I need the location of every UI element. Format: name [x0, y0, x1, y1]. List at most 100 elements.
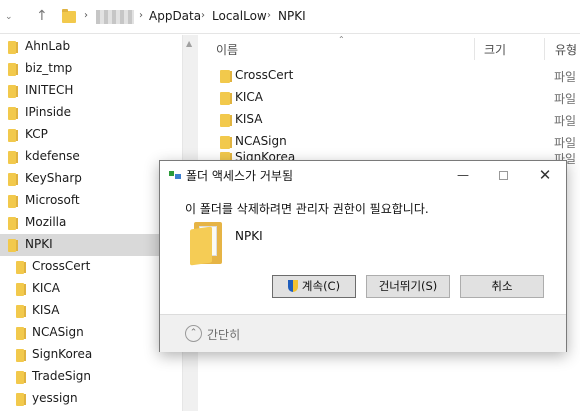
nav-item-kica[interactable]: KICA — [0, 278, 182, 300]
nav-item-kdefense[interactable]: kdefense — [0, 146, 182, 168]
nav-item-microsoft[interactable]: Microsoft — [0, 190, 182, 212]
column-header-type[interactable]: 유형 — [555, 41, 577, 58]
nav-item-ncasign[interactable]: NCASign — [0, 322, 182, 344]
nav-item-label: KICA — [32, 281, 60, 295]
nav-item-label: Mozilla — [25, 215, 67, 229]
column-divider[interactable] — [474, 38, 475, 60]
minimize-icon[interactable]: — — [448, 164, 478, 186]
file-move-icon — [169, 171, 181, 181]
folder-icon — [16, 371, 26, 384]
nav-item-npki[interactable]: NPKI — [0, 234, 182, 256]
uac-shield-icon — [287, 280, 298, 292]
continue-button[interactable]: 계속(C) — [272, 275, 356, 298]
folder-icon — [8, 85, 18, 98]
close-icon[interactable]: ✕ — [530, 164, 560, 186]
nav-item-label: CrossCert — [32, 259, 91, 273]
nav-item-kisa[interactable]: KISA — [0, 300, 182, 322]
breadcrumb-locallow[interactable]: LocalLow — [212, 9, 267, 23]
list-item[interactable]: KISA 파일 — [198, 109, 580, 131]
breadcrumb-separator-icon[interactable]: › — [267, 10, 271, 21]
breadcrumb-appdata[interactable]: AppData — [149, 9, 201, 23]
nav-item-label: SignKorea — [32, 347, 93, 361]
nav-item-label: NCASign — [32, 325, 84, 339]
folder-icon — [16, 327, 26, 340]
nav-item-yessign[interactable]: yessign — [0, 388, 182, 410]
recent-locations-icon[interactable]: ⌄ — [5, 12, 13, 22]
nav-item-tradesign[interactable]: TradeSign — [0, 366, 182, 388]
dialog-title: 폴더 액세스가 거부됨 — [186, 169, 293, 183]
folder-icon — [8, 129, 18, 142]
nav-item-label: biz_tmp — [25, 61, 73, 75]
nav-item-initech[interactable]: INITECH — [0, 80, 182, 102]
folder-icon — [16, 261, 26, 274]
folder-icon — [8, 107, 18, 120]
nav-item-label: KISA — [32, 303, 60, 317]
folder-icon — [220, 92, 232, 105]
nav-item-label: IPinside — [25, 105, 72, 119]
folder-icon — [8, 41, 18, 54]
column-divider[interactable] — [544, 38, 545, 60]
folder-icon — [16, 283, 26, 296]
nav-item-label: NPKI — [25, 237, 53, 251]
blurred-username[interactable] — [96, 10, 134, 24]
breadcrumb-npki[interactable]: NPKI — [278, 9, 306, 23]
folder-icon — [8, 151, 18, 164]
folder-icon — [16, 349, 26, 362]
breadcrumb-separator-icon[interactable]: › — [139, 10, 143, 21]
continue-button-label: 계속(C) — [301, 279, 341, 293]
folder-icon — [220, 70, 232, 83]
file-type: 파일 — [554, 70, 577, 84]
nav-item-ipinside[interactable]: IPinside — [0, 102, 182, 124]
nav-item-mozilla[interactable]: Mozilla — [0, 212, 182, 234]
folder-icon — [8, 217, 18, 230]
up-arrow-icon[interactable]: ↑ — [36, 8, 48, 24]
nav-item-label: KCP — [25, 127, 48, 141]
breadcrumb-separator-icon[interactable]: › — [84, 10, 88, 21]
folder-icon — [16, 305, 26, 318]
sort-ascending-icon: ⌃ — [338, 35, 345, 44]
column-header-size[interactable]: 크기 — [484, 41, 506, 58]
nav-item-label: TradeSign — [32, 369, 92, 383]
file-type: 파일 — [554, 114, 577, 128]
file-name: KICA — [235, 90, 263, 104]
folder-name: NPKI — [235, 229, 263, 243]
folder-icon — [16, 393, 26, 406]
file-name: CrossCert — [235, 68, 294, 82]
nav-item-biz-tmp[interactable]: biz_tmp — [0, 58, 182, 80]
nav-item-label: kdefense — [25, 149, 80, 163]
folder-icon — [8, 173, 18, 186]
nav-item-label: INITECH — [25, 83, 74, 97]
nav-item-ahnlab[interactable]: AhnLab — [0, 36, 182, 58]
folder-icon — [8, 195, 18, 208]
nav-item-label: AhnLab — [25, 39, 71, 53]
chevron-up-icon[interactable]: ⌃ — [185, 325, 202, 342]
file-type: 파일 — [554, 92, 577, 106]
navigation-pane: AhnLab biz_tmp INITECH IPinside KCP kdef… — [0, 35, 182, 411]
skip-button[interactable]: 건너뛰기(S) — [366, 275, 450, 298]
nav-item-label: KeySharp — [25, 171, 82, 185]
list-item[interactable]: KICA 파일 — [198, 87, 580, 109]
cancel-button[interactable]: 취소 — [460, 275, 544, 298]
file-name: KISA — [235, 112, 263, 126]
nav-item-kcp[interactable]: KCP — [0, 124, 182, 146]
folder-icon — [190, 222, 224, 266]
fewer-details-link[interactable]: 간단히 — [207, 326, 240, 343]
maximize-icon[interactable] — [488, 164, 518, 186]
skip-button-label: 건너뛰기(S) — [378, 279, 438, 293]
list-item[interactable]: CrossCert 파일 — [198, 65, 580, 87]
dialog-message: 이 폴더를 삭제하려면 관리자 권한이 필요합니다. — [185, 202, 429, 216]
folder-icon — [8, 63, 18, 76]
address-bar: ⌄ ↑ › › AppData › LocalLow › NPKI — [0, 0, 580, 34]
nav-item-crosscert[interactable]: CrossCert — [0, 256, 182, 278]
scroll-up-arrow-icon[interactable]: ▲ — [186, 39, 192, 48]
nav-item-label: Microsoft — [25, 193, 80, 207]
nav-item-keysharp[interactable]: KeySharp — [0, 168, 182, 190]
breadcrumb-separator-icon[interactable]: › — [201, 10, 205, 21]
file-name: NCASign — [235, 134, 287, 148]
nav-item-signkorea[interactable]: SignKorea — [0, 344, 182, 366]
folder-icon — [8, 239, 18, 252]
nav-item-label: yessign — [32, 391, 78, 405]
column-header-name[interactable]: 이름 — [216, 41, 238, 58]
cancel-button-label: 취소 — [491, 279, 513, 293]
dialog-footer: ⌃ 간단히 — [160, 314, 566, 352]
